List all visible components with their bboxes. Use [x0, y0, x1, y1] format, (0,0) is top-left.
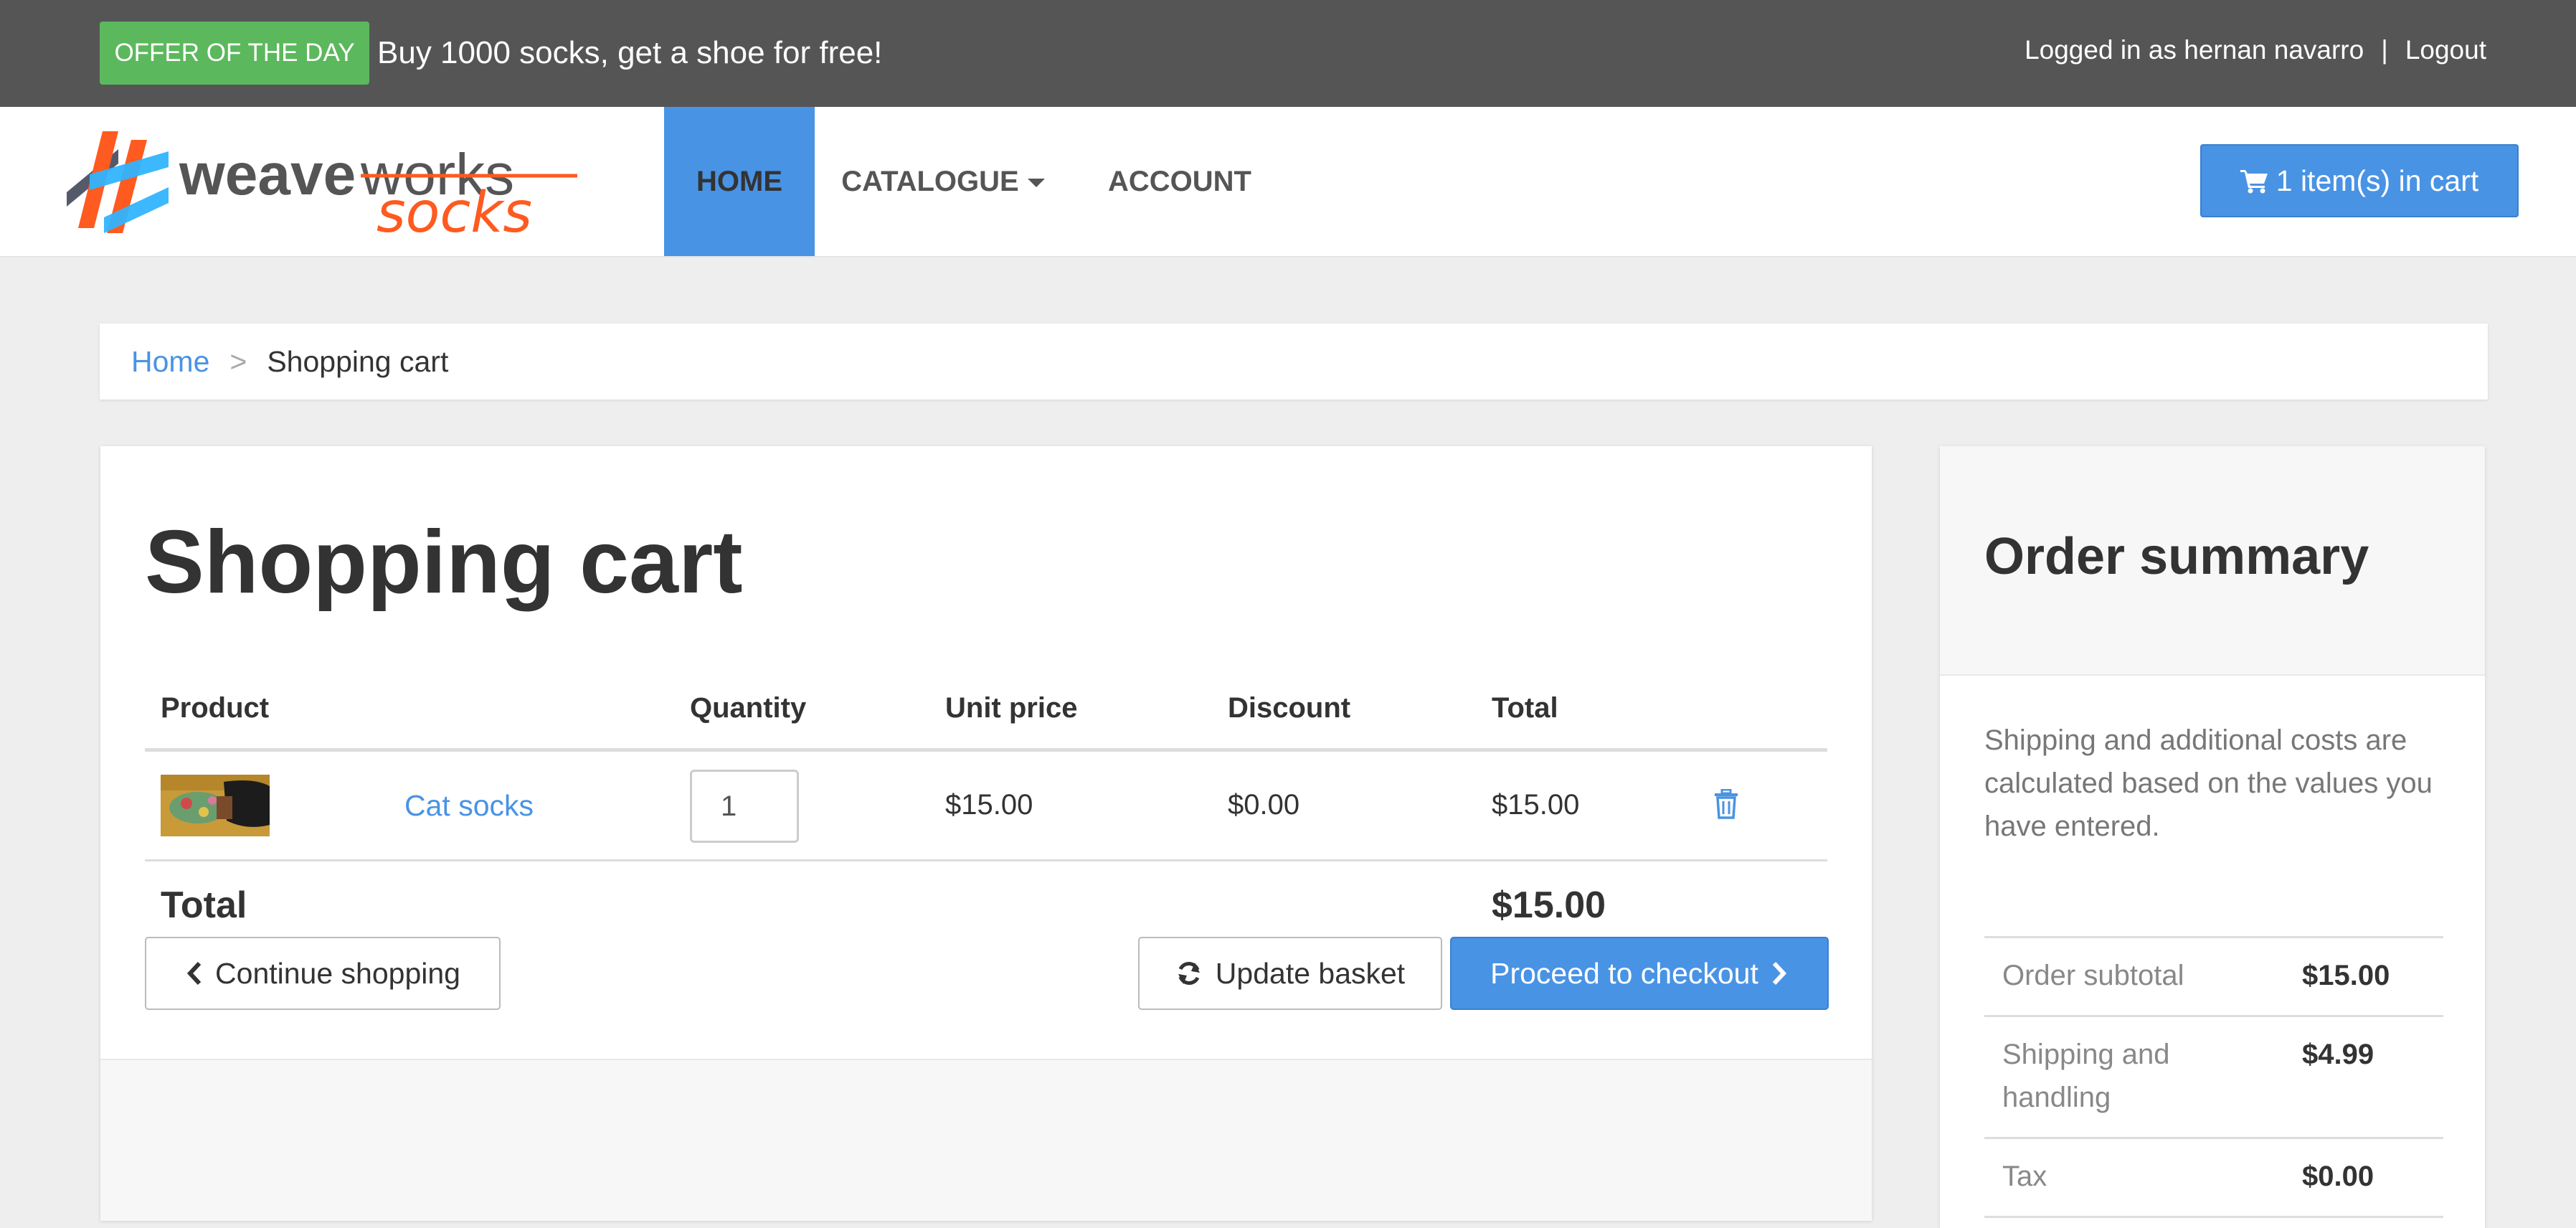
- breadcrumb-current: Shopping cart: [267, 345, 449, 378]
- summary-label-tax: Tax: [2002, 1161, 2047, 1192]
- logged-in-text: Logged in as hernan navarro: [2025, 35, 2364, 65]
- update-basket-button[interactable]: Update basket: [1138, 937, 1442, 1010]
- summary-value-tax: $0.00: [2302, 1161, 2374, 1192]
- top-bar: OFFER OF THE DAY Buy 1000 socks, get a s…: [0, 0, 2576, 107]
- nav-home[interactable]: HOME: [664, 107, 815, 256]
- table-row-divider: [145, 859, 1827, 861]
- column-header-quantity: Quantity: [690, 692, 807, 724]
- unit-price-value: $15.00: [945, 789, 1033, 821]
- update-basket-label: Update basket: [1215, 957, 1406, 990]
- summary-divider: [1984, 1137, 2443, 1139]
- nav-account[interactable]: ACCOUNT: [1090, 107, 1269, 256]
- cart-button[interactable]: 1 item(s) in cart: [2200, 144, 2519, 217]
- navbar: weave works socks HOME CATALOGUE ACCOUNT…: [0, 107, 2576, 258]
- chevron-left-icon: [186, 962, 202, 986]
- table-header-divider: [145, 748, 1827, 752]
- column-header-product: Product: [161, 692, 270, 724]
- cart-total-label: Total: [161, 884, 247, 926]
- breadcrumb-separator: >: [229, 345, 247, 378]
- product-link[interactable]: Cat socks: [404, 789, 534, 823]
- summary-label-subtotal: Order subtotal: [2002, 960, 2184, 991]
- user-bar: Logged in as hernan navarro | Logout: [2025, 22, 2486, 79]
- proceed-to-checkout-button[interactable]: Proceed to checkout: [1450, 937, 1829, 1010]
- shopping-cart-icon: [2240, 170, 2268, 194]
- logo-text-socks: socks: [377, 181, 532, 239]
- order-summary-panel: Order summary Shipping and additional co…: [1940, 446, 2485, 1228]
- product-thumbnail[interactable]: [161, 775, 270, 836]
- order-summary-header: Order summary: [1940, 446, 2485, 676]
- breadcrumb: Home > Shopping cart: [100, 323, 2488, 400]
- order-summary-title: Order summary: [1984, 528, 2369, 585]
- column-header-discount: Discount: [1228, 692, 1351, 724]
- logout-link[interactable]: Logout: [2405, 35, 2486, 65]
- breadcrumb-home-link[interactable]: Home: [131, 345, 209, 378]
- user-bar-separator: |: [2381, 35, 2388, 65]
- continue-shopping-button[interactable]: Continue shopping: [145, 937, 501, 1010]
- quantity-input[interactable]: [690, 770, 799, 843]
- order-summary-note: Shipping and additional costs are calcul…: [1984, 724, 2433, 842]
- proceed-to-checkout-label: Proceed to checkout: [1490, 957, 1758, 990]
- cart-panel: Shopping cart Product Quantity Unit pric…: [100, 446, 1872, 1221]
- cart-footer: [100, 1059, 1872, 1221]
- nav-catalogue-label: CATALOGUE: [841, 166, 1019, 197]
- summary-divider: [1984, 936, 2443, 938]
- summary-label-shipping: Shipping and handling: [2002, 1039, 2170, 1113]
- caret-down-icon: [1027, 179, 1045, 188]
- offer-of-the-day-badge[interactable]: OFFER OF THE DAY: [100, 22, 369, 85]
- nav-account-label: ACCOUNT: [1108, 166, 1251, 197]
- logo-emblem-icon: [67, 131, 169, 233]
- summary-value-subtotal: $15.00: [2302, 960, 2390, 991]
- offer-text: Buy 1000 socks, get a shoe for free!: [377, 35, 883, 70]
- discount-value: $0.00: [1228, 789, 1300, 821]
- column-header-unit-price: Unit price: [945, 692, 1078, 724]
- nav-catalogue[interactable]: CATALOGUE: [832, 107, 1054, 256]
- summary-divider: [1984, 1216, 2443, 1218]
- continue-shopping-label: Continue shopping: [215, 957, 460, 990]
- page-title: Shopping cart: [145, 513, 743, 612]
- weaveworks-socks-logo[interactable]: weave works socks: [61, 124, 584, 239]
- cart-button-label: 1 item(s) in cart: [2276, 164, 2479, 197]
- cart-total-value: $15.00: [1492, 884, 1606, 926]
- summary-divider: [1984, 1015, 2443, 1017]
- summary-value-shipping: $4.99: [2302, 1039, 2374, 1070]
- column-header-total: Total: [1492, 692, 1558, 724]
- refresh-icon: [1178, 962, 1200, 986]
- logo-text-weave: weave: [179, 142, 356, 207]
- trash-icon[interactable]: [1714, 789, 1738, 819]
- chevron-right-icon: [1772, 962, 1786, 986]
- nav-home-label: HOME: [696, 166, 782, 197]
- row-total-value: $15.00: [1492, 789, 1580, 821]
